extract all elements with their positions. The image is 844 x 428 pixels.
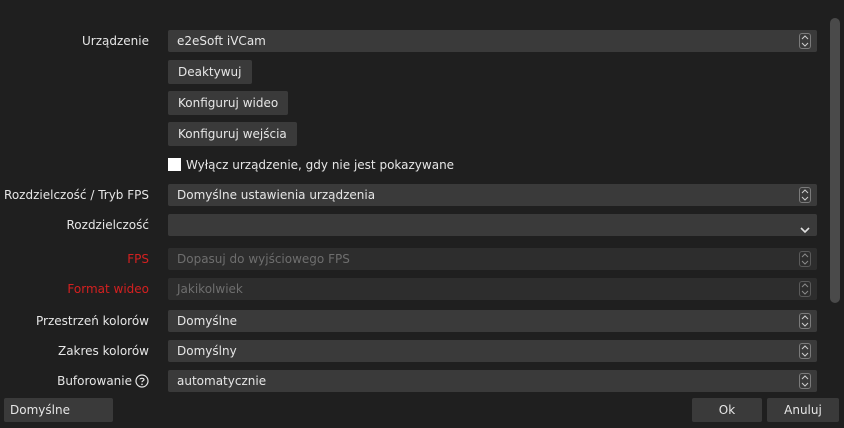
device-value: e2eSoft iVCam: [177, 34, 266, 48]
buffering-row: Buforowanie automatycznie: [0, 370, 830, 392]
resolution-fps-mode-row: Rozdzielczość / Tryb FPS Domyślne ustawi…: [0, 184, 830, 206]
device-select[interactable]: e2eSoft iVCam: [168, 30, 817, 52]
up-down-arrows-icon: [799, 313, 811, 329]
properties-dialog: Urządzenie e2eSoft iVCam Deaktywuj Konfi…: [0, 0, 844, 428]
deactivate-when-hidden-option[interactable]: Wyłącz urządzenie, gdy nie jest pokazywa…: [168, 156, 454, 174]
defaults-button[interactable]: Domyślne: [4, 398, 113, 422]
color-space-row: Przestrzeń kolorów Domyślne: [0, 310, 830, 332]
resolution-combobox[interactable]: [168, 214, 817, 236]
properties-panel: Urządzenie e2eSoft iVCam Deaktywuj Konfi…: [0, 0, 844, 392]
resolution-label: Rozdzielczość: [66, 218, 150, 232]
scrollbar[interactable]: [830, 18, 840, 303]
color-space-value: Domyślne: [177, 314, 237, 328]
color-space-label: Przestrzeń kolorów: [36, 314, 149, 328]
resolution-row: Rozdzielczość: [0, 214, 830, 236]
configure-video-button[interactable]: Konfiguruj wideo: [168, 91, 289, 115]
deactivate-button[interactable]: Deaktywuj: [168, 60, 252, 84]
resolution-fps-mode-value: Domyślne ustawienia urządzenia: [177, 188, 376, 202]
up-down-arrows-icon: [799, 373, 811, 389]
buffering-label: Buforowanie: [57, 374, 132, 388]
question-circle-icon[interactable]: [135, 374, 149, 388]
fps-row: FPS Dopasuj do wyjściowego FPS: [0, 248, 830, 270]
cancel-button[interactable]: Anuluj: [767, 398, 839, 422]
video-format-label: Format wideo: [67, 282, 149, 296]
ok-button[interactable]: Ok: [692, 398, 762, 422]
chevron-down-icon[interactable]: [799, 220, 811, 234]
device-label: Urządzenie: [82, 34, 149, 48]
up-down-arrows-icon: [799, 343, 811, 359]
buffering-value: automatycznie: [177, 374, 267, 388]
dialog-footer: Domyślne Ok Anuluj: [0, 392, 844, 428]
fps-select: Dopasuj do wyjściowego FPS: [168, 248, 817, 270]
resolution-fps-mode-label: Rozdzielczość / Tryb FPS: [4, 188, 149, 202]
video-format-select: Jakikolwiek: [168, 278, 817, 300]
configure-inputs-button[interactable]: Konfiguruj wejścia: [168, 122, 297, 146]
color-range-row: Zakres kolorów Domyślny: [0, 340, 830, 362]
video-format-value: Jakikolwiek: [177, 282, 243, 296]
deactivate-when-hidden-checkbox[interactable]: [168, 158, 181, 171]
color-range-value: Domyślny: [177, 344, 237, 358]
deactivate-when-hidden-label: Wyłącz urządzenie, gdy nie jest pokazywa…: [186, 158, 455, 172]
up-down-arrows-icon: [799, 281, 811, 297]
up-down-arrows-icon: [799, 187, 811, 203]
color-range-select[interactable]: Domyślny: [168, 340, 817, 362]
video-format-row: Format wideo Jakikolwiek: [0, 278, 830, 300]
device-row: Urządzenie e2eSoft iVCam: [0, 30, 830, 52]
buffering-select[interactable]: automatycznie: [168, 370, 817, 392]
buffering-label-group: Buforowanie: [57, 370, 149, 392]
up-down-arrows-icon: [799, 33, 811, 49]
fps-value: Dopasuj do wyjściowego FPS: [177, 252, 350, 266]
color-space-select[interactable]: Domyślne: [168, 310, 817, 332]
fps-label: FPS: [127, 252, 149, 266]
color-range-label: Zakres kolorów: [57, 344, 149, 358]
resolution-fps-mode-select[interactable]: Domyślne ustawienia urządzenia: [168, 184, 817, 206]
up-down-arrows-icon: [799, 251, 811, 267]
